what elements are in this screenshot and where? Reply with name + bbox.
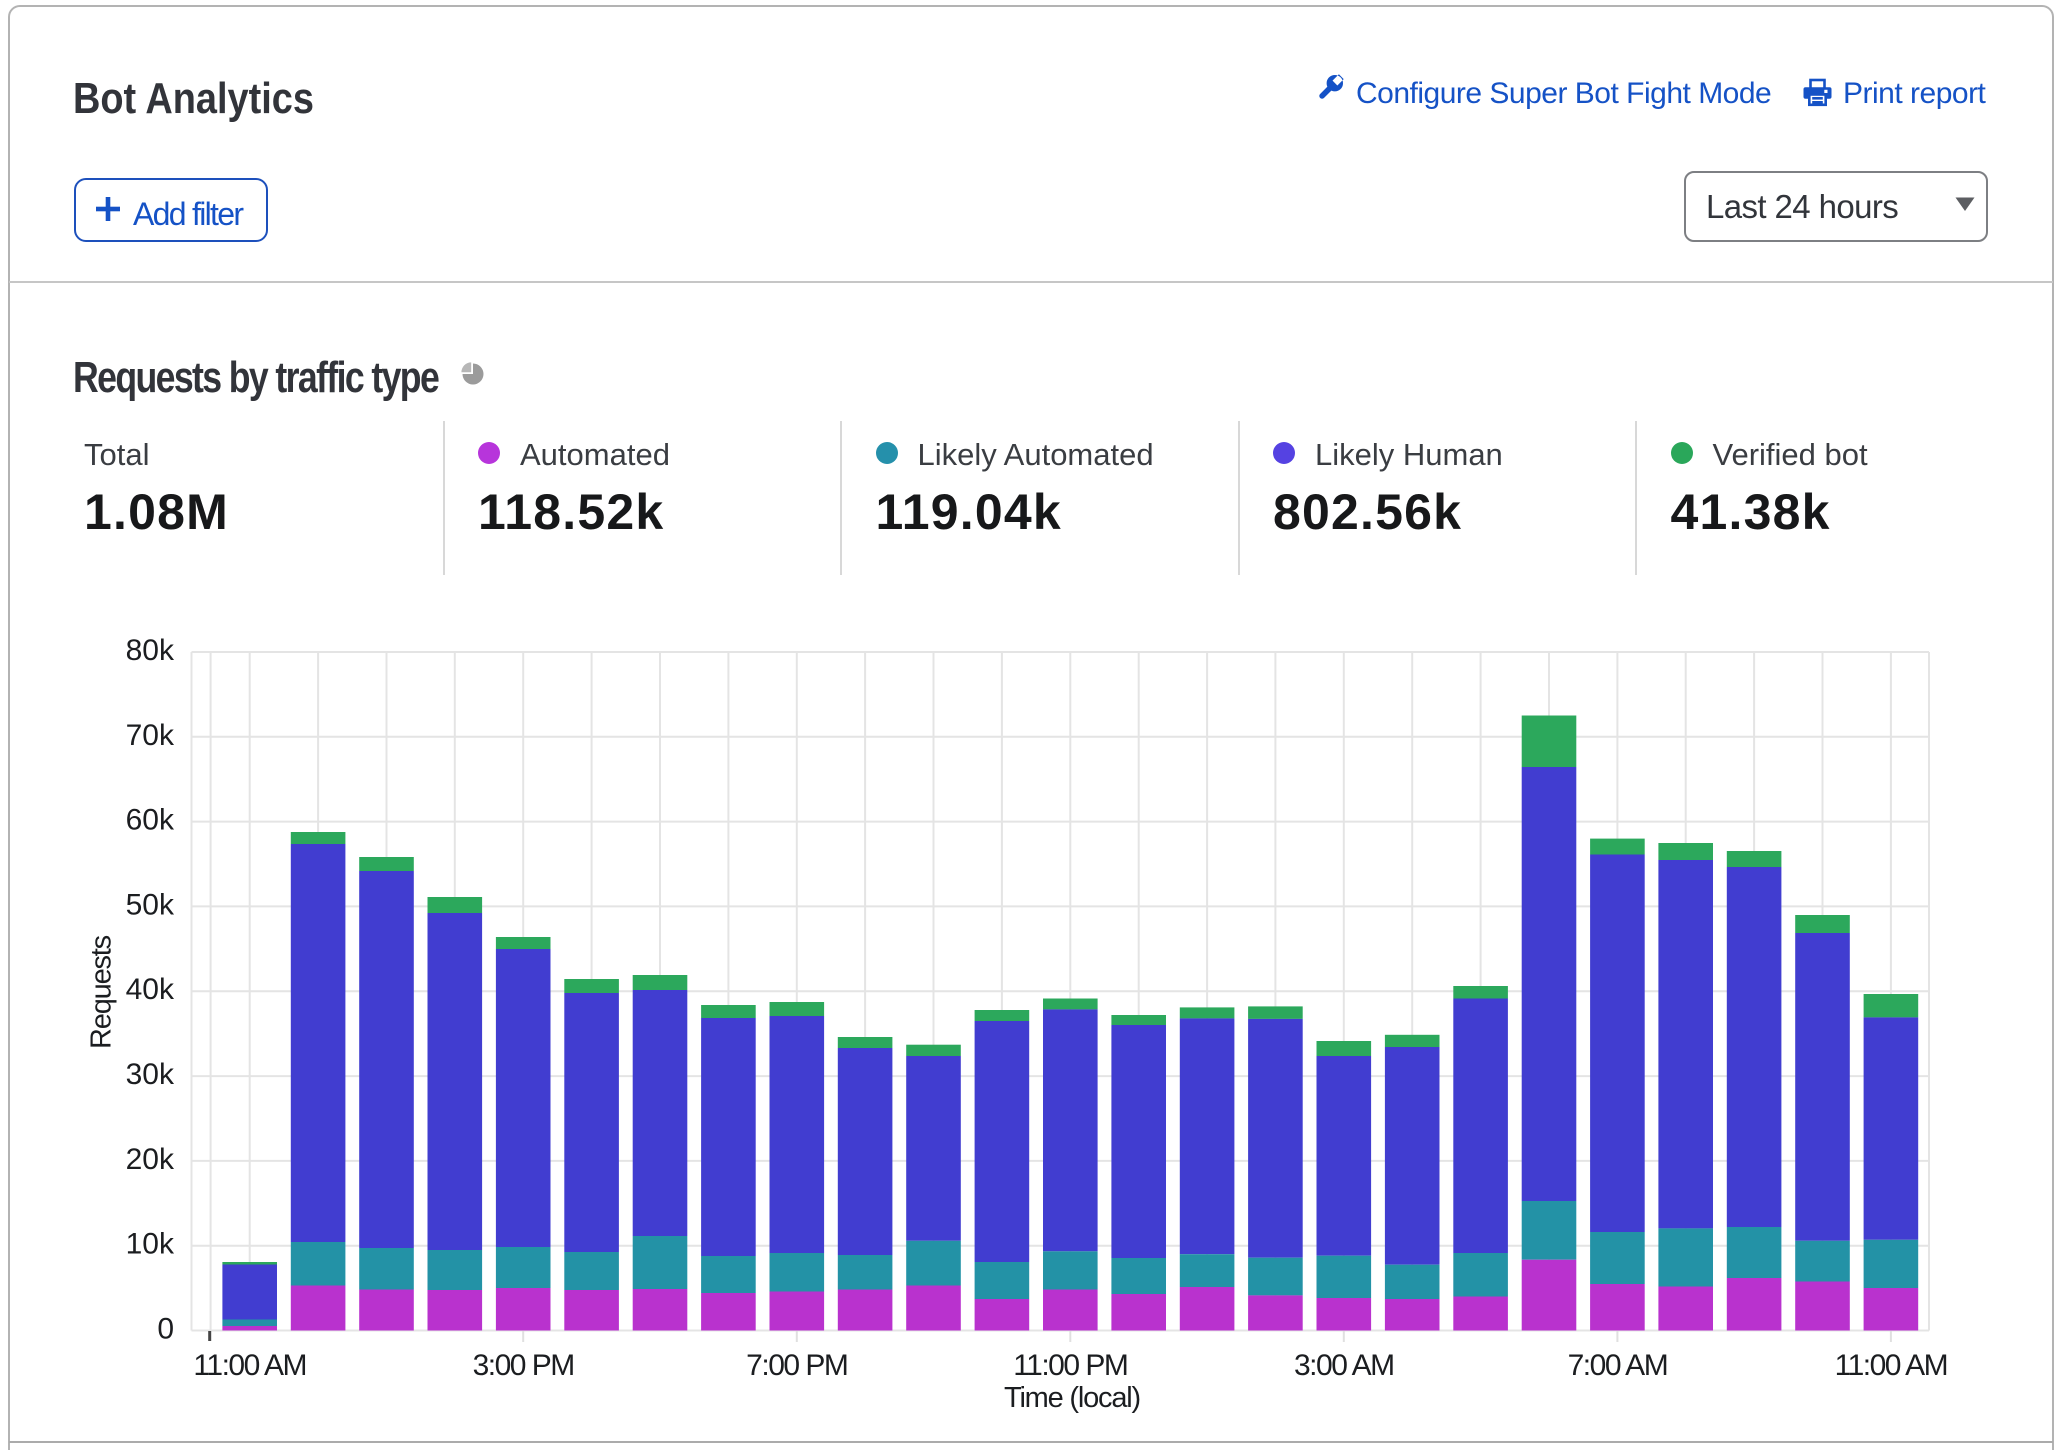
svg-text:60k: 60k <box>126 804 175 837</box>
svg-text:20k: 20k <box>126 1143 175 1176</box>
svg-text:10k: 10k <box>126 1228 175 1261</box>
svg-text:40k: 40k <box>126 973 175 1006</box>
svg-text:70k: 70k <box>126 719 175 752</box>
svg-text:Time (local): Time (local) <box>1004 1382 1140 1414</box>
svg-text:30k: 30k <box>126 1058 175 1091</box>
svg-text:80k: 80k <box>126 634 175 667</box>
svg-text:3:00 AM: 3:00 AM <box>1294 1349 1394 1382</box>
svg-text:Requests: Requests <box>86 935 118 1049</box>
svg-text:11:00 AM: 11:00 AM <box>1835 1349 1948 1382</box>
svg-text:3:00 PM: 3:00 PM <box>473 1349 574 1382</box>
svg-text:7:00 PM: 7:00 PM <box>746 1349 847 1382</box>
svg-text:11:00 PM: 11:00 PM <box>1013 1349 1127 1382</box>
svg-text:7:00 AM: 7:00 AM <box>1568 1349 1668 1382</box>
svg-text:0: 0 <box>157 1313 174 1346</box>
svg-text:11:00 AM: 11:00 AM <box>193 1349 306 1382</box>
svg-text:50k: 50k <box>126 888 175 921</box>
